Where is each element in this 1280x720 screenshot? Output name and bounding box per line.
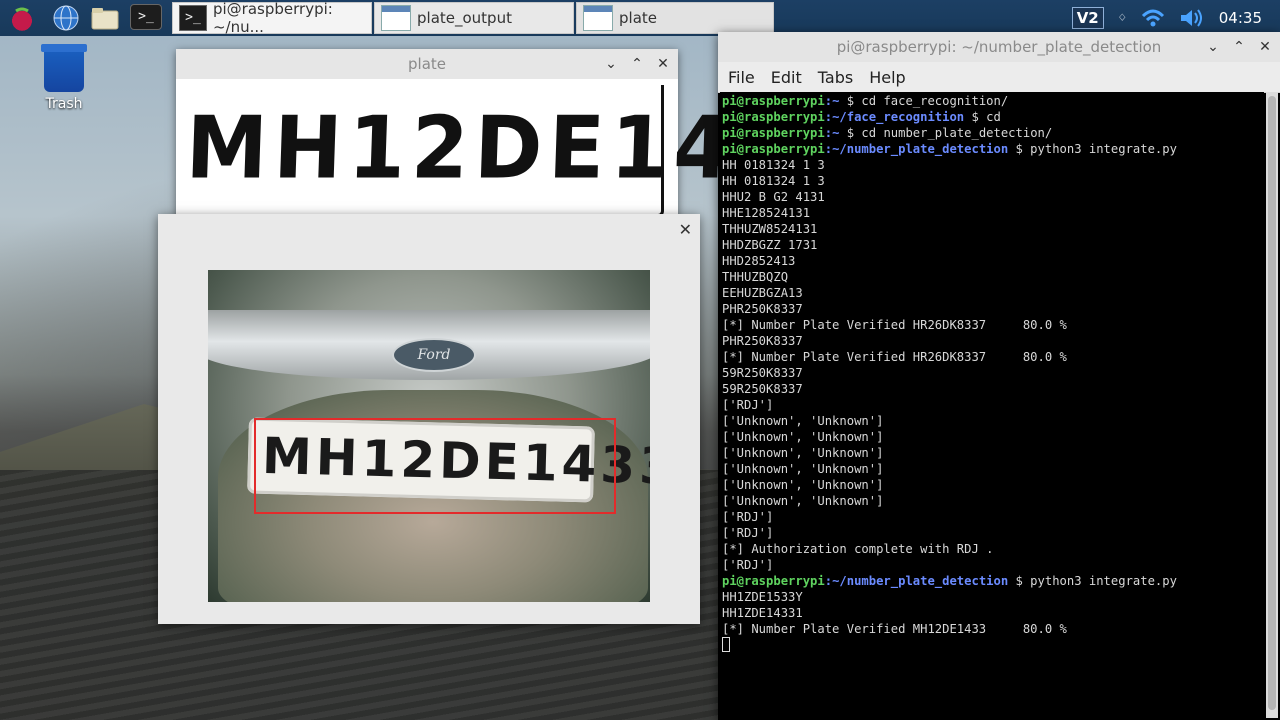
- wifi-icon[interactable]: [1141, 8, 1165, 28]
- terminal-line: ['RDJ']: [722, 398, 774, 412]
- thresholded-plate-image: MH12DE1433: [178, 85, 864, 217]
- menu-file[interactable]: File: [728, 68, 755, 87]
- terminal-scrollbar[interactable]: [1266, 92, 1278, 718]
- prompt-path: :~: [824, 126, 840, 140]
- prompt-command: $ python3 integrate.py: [1008, 574, 1177, 588]
- terminal-line: 59R250K8337: [722, 366, 803, 380]
- terminal-line: HHDZBGZZ 1731: [722, 238, 818, 252]
- terminal-line: pi@raspberrypi:~ $ cd number_plate_detec…: [722, 125, 1262, 141]
- terminal-line: [*] Number Plate Verified MH12DE1433 80.…: [722, 622, 1067, 636]
- terminal-line: HH1ZDE14331: [722, 606, 803, 620]
- terminal-line: [*] Number Plate Verified HR26DK8337 80.…: [722, 318, 1067, 332]
- taskbar: >_ >_ pi@raspberrypi: ~/nu... plate_outp…: [0, 0, 1280, 36]
- plate-window-titlebar[interactable]: plate ⌄ ⌃ ✕: [176, 49, 678, 79]
- prompt-path: :~/number_plate_detection: [824, 142, 1009, 156]
- close-icon[interactable]: ✕: [679, 220, 692, 239]
- prompt-path: :~/number_plate_detection: [824, 574, 1009, 588]
- terminal-line: pi@raspberrypi:~/number_plate_detection …: [722, 573, 1262, 589]
- clock[interactable]: 04:35: [1219, 9, 1262, 27]
- scrollbar-thumb[interactable]: [1268, 96, 1276, 710]
- terminal-launcher-icon[interactable]: >_: [130, 4, 162, 30]
- bluetooth-icon[interactable]: ᛜ: [1118, 9, 1127, 27]
- camera-frame: Ford MH12DE1433: [208, 270, 650, 602]
- desktop-trash[interactable]: Trash: [34, 44, 94, 112]
- maximize-icon[interactable]: ⌃: [630, 56, 644, 72]
- prompt-command: $ python3 integrate.py: [1008, 142, 1177, 156]
- terminal-line: ['Unknown', 'Unknown']: [722, 462, 884, 476]
- web-browser-icon[interactable]: [52, 4, 80, 32]
- terminal-line: PHR250K8337: [722, 334, 803, 348]
- prompt-command: $ cd: [964, 110, 1001, 124]
- system-tray: V2 ᛜ 04:35: [1071, 0, 1280, 36]
- terminal-line: HH1ZDE1533Y: [722, 590, 803, 604]
- window-title: plate: [408, 55, 446, 73]
- terminal-line: ['Unknown', 'Unknown']: [722, 446, 884, 460]
- terminal-titlebar[interactable]: pi@raspberrypi: ~/number_plate_detection…: [718, 32, 1280, 62]
- window-title: pi@raspberrypi: ~/number_plate_detection: [836, 38, 1162, 56]
- maximize-icon[interactable]: ⌃: [1232, 39, 1246, 55]
- prompt-user: pi@raspberrypi: [722, 94, 825, 108]
- prompt-user: pi@raspberrypi: [722, 126, 825, 140]
- plate-output-window: ✕ Ford MH12DE1433: [158, 214, 700, 624]
- terminal-icon: >_: [179, 5, 207, 31]
- minimize-icon[interactable]: ⌄: [1206, 39, 1220, 55]
- terminal-line: HHD2852413: [722, 254, 796, 268]
- taskbar-button-terminal[interactable]: >_ pi@raspberrypi: ~/nu...: [172, 0, 372, 36]
- window-icon: [381, 5, 411, 31]
- terminal-line: HH 0181324 1 3: [722, 174, 825, 188]
- file-manager-icon[interactable]: [90, 4, 119, 32]
- prompt-command: $ cd number_plate_detection/: [839, 126, 1053, 140]
- taskbar-button-plate[interactable]: plate: [576, 2, 774, 34]
- vnc-icon[interactable]: V2: [1071, 7, 1104, 29]
- menu-tabs[interactable]: Tabs: [818, 68, 853, 87]
- taskbar-button-label: pi@raspberrypi: ~/nu...: [212, 0, 333, 36]
- terminal-line: HHU2 B G2 4131: [722, 190, 825, 204]
- terminal-line: pi@raspberrypi:~/face_recognition $ cd: [722, 109, 1262, 125]
- terminal-line: HH 0181324 1 3: [722, 158, 825, 172]
- terminal-menubar: File Edit Tabs Help: [718, 62, 1280, 93]
- terminal-line: ['RDJ']: [722, 526, 774, 540]
- taskbar-button-label: plate: [619, 9, 657, 27]
- terminal-line: THHUZBQZQ: [722, 270, 789, 284]
- taskbar-button-plate-output[interactable]: plate_output: [374, 2, 574, 34]
- text-cursor: [722, 637, 730, 652]
- prompt-path: :~: [824, 94, 840, 108]
- raspberry-menu-icon[interactable]: [8, 4, 36, 32]
- close-icon[interactable]: ✕: [1258, 39, 1272, 55]
- prompt-user: pi@raspberrypi: [722, 142, 825, 156]
- prompt-path: :~/face_recognition: [824, 110, 965, 124]
- detection-bounding-box: [254, 418, 616, 514]
- terminal-line: THHUZW8524131: [722, 222, 818, 236]
- terminal-line: [*] Authorization complete with RDJ .: [722, 542, 994, 556]
- terminal-line: PHR250K8337: [722, 302, 803, 316]
- prompt-command: $ cd face_recognition/: [839, 94, 1009, 108]
- trash-label: Trash: [45, 96, 83, 112]
- terminal-line: EEHUZBGZA13: [722, 286, 803, 300]
- terminal-line: pi@raspberrypi:~ $ cd face_recognition/: [722, 93, 1262, 109]
- terminal-input-line[interactable]: [722, 637, 1262, 653]
- menu-edit[interactable]: Edit: [771, 68, 802, 87]
- trash-icon: [41, 44, 87, 92]
- close-icon[interactable]: ✕: [656, 56, 670, 72]
- taskbar-button-label: plate_output: [417, 9, 512, 27]
- car-logo: Ford: [392, 338, 476, 372]
- menu-help[interactable]: Help: [869, 68, 905, 87]
- window-icon: [583, 5, 613, 31]
- terminal-line: ['Unknown', 'Unknown']: [722, 478, 884, 492]
- terminal-line: ['Unknown', 'Unknown']: [722, 430, 884, 444]
- terminal-line: 59R250K8337: [722, 382, 803, 396]
- terminal-output[interactable]: pi@raspberrypi:~ $ cd face_recognition/p…: [720, 92, 1264, 716]
- terminal-line: [*] Number Plate Verified HR26DK8337 80.…: [722, 350, 1067, 364]
- terminal-line: ['RDJ']: [722, 510, 774, 524]
- terminal-line: ['Unknown', 'Unknown']: [722, 494, 884, 508]
- prompt-user: pi@raspberrypi: [722, 110, 825, 124]
- prompt-user: pi@raspberrypi: [722, 574, 825, 588]
- terminal-line: HHE128524131: [722, 206, 811, 220]
- terminal-line: pi@raspberrypi:~/number_plate_detection …: [722, 141, 1262, 157]
- terminal-line: ['Unknown', 'Unknown']: [722, 414, 884, 428]
- terminal-line: ['RDJ']: [722, 558, 774, 572]
- terminal-window: pi@raspberrypi: ~/number_plate_detection…: [718, 32, 1280, 720]
- volume-icon[interactable]: [1179, 8, 1205, 28]
- minimize-icon[interactable]: ⌄: [604, 56, 618, 72]
